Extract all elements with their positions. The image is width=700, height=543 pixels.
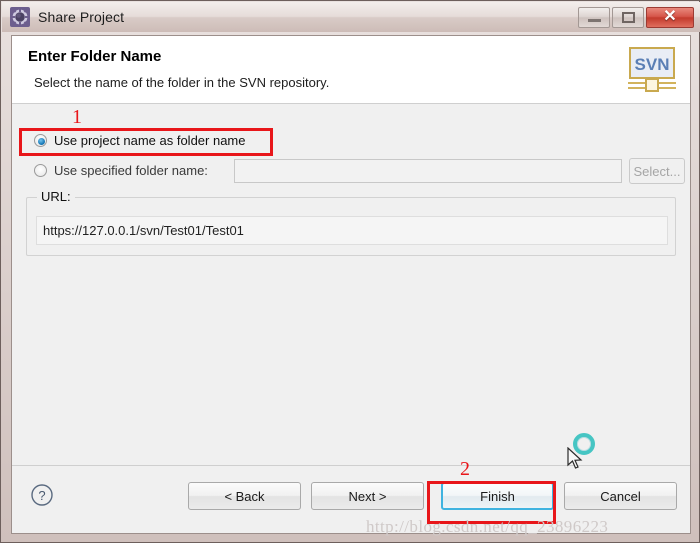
next-button[interactable]: Next > bbox=[311, 482, 424, 510]
svg-text:SVN: SVN bbox=[635, 55, 670, 74]
gear-icon bbox=[10, 7, 30, 27]
help-icon[interactable]: ? bbox=[30, 483, 54, 507]
minimize-button[interactable] bbox=[578, 6, 610, 28]
radio-use-specified-folder[interactable]: Use specified folder name: bbox=[34, 159, 208, 181]
window-title: Share Project bbox=[38, 9, 125, 25]
wizard-header: Enter Folder Name Select the name of the… bbox=[12, 36, 690, 104]
radio-use-specified-folder-indicator[interactable] bbox=[34, 163, 47, 177]
page-description: Select the name of the folder in the SVN… bbox=[34, 75, 330, 90]
page-title: Enter Folder Name bbox=[28, 48, 162, 65]
folder-name-input[interactable] bbox=[234, 159, 622, 183]
share-project-window: Share Project ✕ Enter Folder Name Select… bbox=[0, 0, 700, 543]
radio-use-project-name-indicator[interactable] bbox=[34, 133, 47, 147]
svn-logo-icon: SVN bbox=[624, 42, 680, 98]
svg-text:?: ? bbox=[38, 488, 45, 503]
url-group-label: URL: bbox=[37, 189, 75, 204]
radio-use-project-name-label: Use project name as folder name bbox=[54, 132, 246, 148]
close-icon: ✕ bbox=[663, 8, 677, 25]
title-bar: Share Project ✕ bbox=[2, 2, 700, 32]
dialog-button-bar: ? < Back Next > Finish Cancel bbox=[12, 465, 690, 533]
cancel-button[interactable]: Cancel bbox=[564, 482, 677, 510]
back-button[interactable]: < Back bbox=[188, 482, 301, 510]
wizard-body: Use project name as folder name Use spec… bbox=[12, 105, 690, 465]
finish-button[interactable]: Finish bbox=[441, 482, 554, 510]
url-group-box: URL: bbox=[26, 189, 676, 256]
select-button[interactable]: Select... bbox=[629, 158, 685, 184]
close-button[interactable]: ✕ bbox=[646, 6, 694, 28]
minimize-icon bbox=[587, 19, 601, 22]
radio-use-specified-folder-label: Use specified folder name: bbox=[54, 162, 208, 178]
url-value-field[interactable] bbox=[36, 216, 668, 245]
dialog-client-area: Enter Folder Name Select the name of the… bbox=[11, 35, 691, 534]
radio-use-project-name[interactable]: Use project name as folder name bbox=[34, 129, 245, 151]
maximize-icon bbox=[621, 11, 635, 23]
maximize-button[interactable] bbox=[612, 6, 644, 28]
window-controls: ✕ bbox=[576, 5, 694, 29]
